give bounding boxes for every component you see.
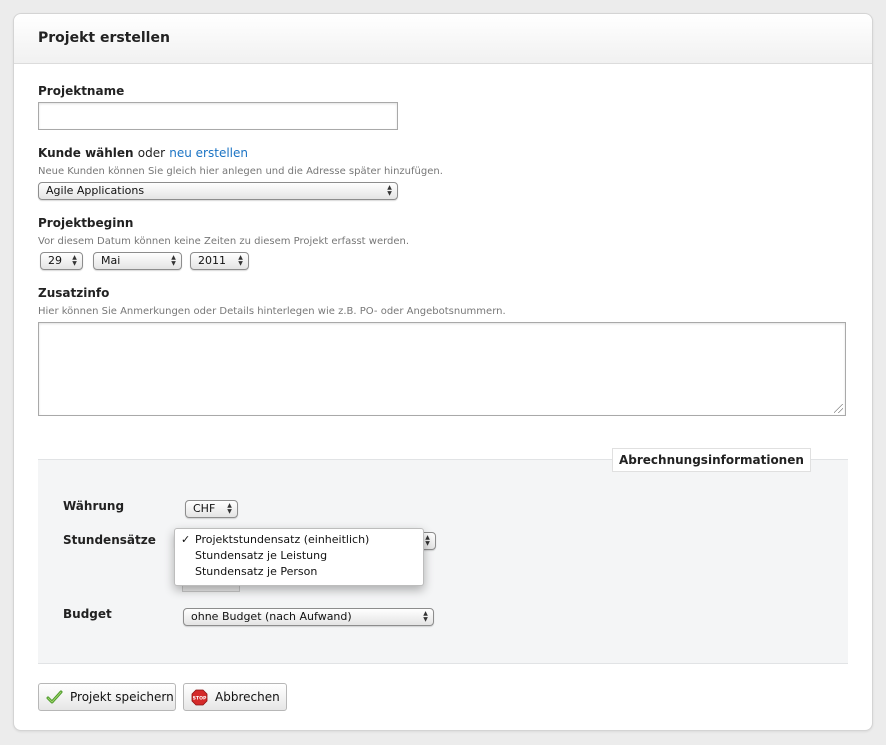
dropdown-option-rate-per-person[interactable]: Stundensatz je Person — [175, 564, 423, 580]
currency-label: Währung — [63, 499, 125, 513]
select-arrows-icon: ▲ ▼ — [227, 502, 232, 515]
dropdown-option-label: Projektstundensatz (einheitlich) — [195, 533, 370, 546]
cancel-button[interactable]: STOP Abbrechen — [183, 683, 287, 711]
notes-textarea[interactable] — [38, 322, 846, 416]
start-date-label: Projektbeginn — [38, 216, 134, 230]
start-day-value: 29 — [48, 254, 62, 267]
checkmark-icon — [46, 690, 63, 704]
customer-select[interactable]: Agile Applications ▲ ▼ — [38, 182, 398, 200]
hourly-rates-dropdown-menu: ✓ Projektstundensatz (einheitlich) Stund… — [174, 528, 424, 586]
project-name-label: Projektname — [38, 84, 125, 98]
checkmark-icon: ✓ — [181, 533, 191, 546]
customer-label: Kunde wählen oder neu erstellen — [38, 146, 248, 160]
save-project-button[interactable]: Projekt speichern — [38, 683, 176, 711]
currency-select[interactable]: CHF ▲ ▼ — [185, 500, 238, 518]
save-project-button-label: Projekt speichern — [70, 690, 174, 704]
budget-label: Budget — [63, 607, 112, 621]
panel-header: Projekt erstellen — [14, 14, 872, 64]
select-arrows-icon: ▲ ▼ — [425, 534, 430, 547]
select-arrows-icon: ▲ ▼ — [171, 254, 176, 267]
start-month-select[interactable]: Mai ▲ ▼ — [93, 252, 182, 270]
project-create-panel: Projekt erstellen Projektname Kunde wähl… — [13, 13, 873, 731]
customer-hint: Neue Kunden können Sie gleich hier anleg… — [38, 166, 443, 177]
dropdown-option-label: Stundensatz je Person — [195, 565, 318, 578]
billing-legend: Abrechnungsinformationen — [612, 448, 811, 472]
stop-sign-text: STOP — [193, 696, 207, 702]
select-arrows-icon: ▲ ▼ — [387, 184, 392, 197]
dropdown-option-label: Stundensatz je Leistung — [195, 549, 328, 562]
dropdown-option-project-rate[interactable]: ✓ Projektstundensatz (einheitlich) — [175, 532, 423, 548]
stop-sign-icon: STOP — [191, 689, 208, 706]
customer-or-text: oder — [137, 146, 166, 160]
currency-select-value: CHF — [193, 502, 216, 515]
customer-select-value: Agile Applications — [46, 184, 145, 197]
project-name-input[interactable] — [38, 102, 398, 130]
create-customer-link[interactable]: neu erstellen — [169, 146, 248, 160]
start-month-value: Mai — [101, 254, 121, 267]
start-date-hint: Vor diesem Datum können keine Zeiten zu … — [38, 236, 410, 247]
budget-select[interactable]: ohne Budget (nach Aufwand) ▲ ▼ — [183, 608, 434, 626]
dropdown-option-rate-per-service[interactable]: Stundensatz je Leistung — [175, 548, 423, 564]
start-day-select[interactable]: 29 ▲ ▼ — [40, 252, 83, 270]
customer-label-text: Kunde wählen — [38, 146, 134, 160]
start-year-value: 2011 — [198, 254, 226, 267]
cancel-button-label: Abbrechen — [215, 690, 280, 704]
select-arrows-icon: ▲ ▼ — [238, 254, 243, 267]
start-year-select[interactable]: 2011 ▲ ▼ — [190, 252, 249, 270]
select-arrows-icon: ▲ ▼ — [423, 610, 428, 623]
notes-hint: Hier können Sie Anmerkungen oder Details… — [38, 306, 506, 317]
billing-section — [38, 459, 848, 664]
budget-select-value: ohne Budget (nach Aufwand) — [191, 610, 352, 623]
hourly-rates-label: Stundensätze — [63, 533, 156, 547]
page-title: Projekt erstellen — [38, 30, 170, 46]
notes-label: Zusatzinfo — [38, 286, 110, 300]
resize-grip-icon[interactable] — [834, 404, 843, 413]
select-arrows-icon: ▲ ▼ — [72, 254, 77, 267]
